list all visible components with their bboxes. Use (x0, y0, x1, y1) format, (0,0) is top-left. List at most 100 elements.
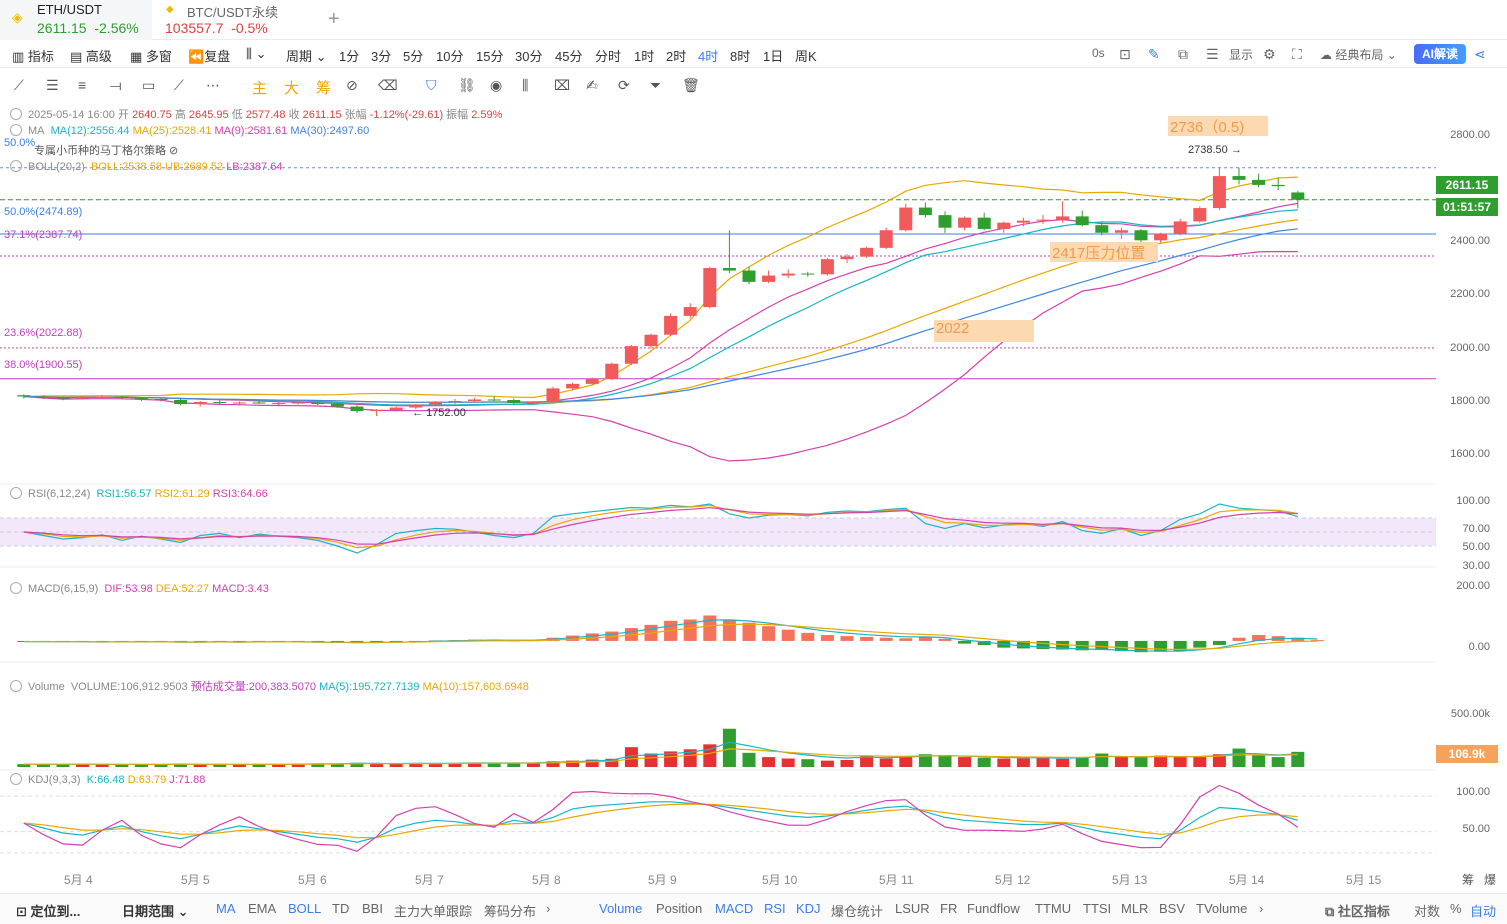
locate-button[interactable]: ⊡ 定位到... (16, 901, 80, 920)
period-4h[interactable]: 4时 (698, 46, 718, 65)
pencil-icon[interactable]: ✎ (1148, 46, 1160, 63)
indicator-button[interactable]: ▥ 指标 (12, 46, 54, 65)
period-1m[interactable]: 1分 (339, 46, 359, 65)
volume-bar (820, 760, 834, 767)
main-indicator-bigorder[interactable]: 主力大单跟踪 (394, 901, 472, 920)
sub-indicator-liquidation[interactable]: 爆仓统计 (831, 901, 883, 920)
time-axis[interactable]: 5月 4 5月 5 5月 6 5月 7 5月 8 5月 9 5月 10 5月 1… (0, 868, 1507, 890)
display-button[interactable]: 显示 (1229, 46, 1253, 63)
period-15m[interactable]: 15分 (476, 46, 503, 65)
chip-toggle[interactable]: 筹 (316, 77, 331, 98)
period-2h[interactable]: 2时 (666, 46, 686, 65)
period-30m[interactable]: 30分 (515, 46, 542, 65)
sub-indicator-position[interactable]: Position (656, 901, 702, 916)
more-tools-icon[interactable]: ⋯ (206, 77, 220, 94)
period-week[interactable]: 周K (795, 46, 817, 65)
box-2736[interactable]: 2736（0.5) (1168, 116, 1268, 136)
sub-indicator-kdj[interactable]: KDJ (796, 901, 821, 916)
magnet-icon[interactable]: ⊘ (346, 77, 358, 94)
refresh-icon[interactable]: ⟳ (618, 77, 630, 94)
trendline-icon[interactable]: ⟋ (14, 77, 24, 94)
strategy-label[interactable]: 专属小币种的马丁格尔策略 ⊘ (34, 142, 178, 158)
notes-icon[interactable]: ✍ (586, 77, 598, 94)
share-window-icon[interactable]: ⧉ (1178, 46, 1188, 63)
auto-scale-toggle[interactable]: 自动 (1470, 901, 1496, 920)
main-indicator-bbi[interactable]: BBI (362, 901, 383, 916)
ai-interpret-button[interactable]: AI解读 (1414, 44, 1466, 64)
sub-indicator-lsur[interactable]: LSUR (895, 901, 930, 916)
horizontal-lines-icon[interactable]: ≡ (78, 77, 86, 93)
period-8h[interactable]: 8时 (730, 46, 750, 65)
candle-body (918, 207, 932, 216)
candle-body (1271, 184, 1285, 187)
chart-canvas[interactable] (0, 102, 1436, 870)
sub-indicator-next-icon[interactable]: › (1259, 901, 1263, 916)
symbol-tab-eth[interactable]: ◈ ETH/USDT 2611.15 -2.56% (0, 0, 152, 40)
filter-icon[interactable]: ⏷ (650, 77, 661, 94)
multi-window-button[interactable]: ▦ 多窗 (130, 46, 172, 65)
big-order-toggle[interactable]: 大 (284, 77, 299, 98)
rectangle-icon[interactable]: ▭ (142, 77, 155, 94)
sub-indicator-mlr[interactable]: MLR (1121, 901, 1148, 916)
period-dropdown[interactable]: 周期 ⌄ (286, 46, 327, 65)
date-tick: 5月 15 (1346, 873, 1382, 887)
percent-scale-toggle[interactable]: % (1450, 901, 1462, 916)
main-indicator-ema[interactable]: EMA (248, 901, 276, 916)
share-icon[interactable]: ⋖ (1474, 46, 1486, 63)
main-indicator-boll[interactable]: BOLL (288, 901, 321, 916)
parallel-lines-icon[interactable]: ☰ (46, 77, 59, 94)
list-icon[interactable]: ☰ (1206, 46, 1219, 63)
log-scale-toggle[interactable]: 对数 (1414, 901, 1440, 920)
period-1d[interactable]: 1日 (763, 46, 783, 65)
volume-bar (389, 763, 403, 767)
lock-icon[interactable]: ⛉ (426, 77, 437, 94)
main-indicator-ma[interactable]: MA (216, 901, 236, 916)
period-10m[interactable]: 10分 (436, 46, 463, 65)
symbol-tab-btc[interactable]: ◆ BTC/USDT永续 103557.7 -0.5% (158, 0, 318, 40)
main-indicator-chip[interactable]: 筹码分布 (484, 901, 536, 920)
replay-button[interactable]: ⏪复盘 (188, 46, 230, 65)
ray-icon[interactable]: ⟋ (174, 77, 184, 94)
sub-indicator-rsi[interactable]: RSI (764, 901, 786, 916)
candles-icon[interactable]: ⫼ (522, 77, 528, 94)
candle-body (193, 402, 207, 405)
eraser-icon[interactable]: ⌫ (378, 77, 398, 94)
eye-icon[interactable]: ◉ (490, 77, 502, 94)
date-range-dropdown[interactable]: 日期范围 ⌄ (122, 901, 189, 920)
sub-indicator-fr[interactable]: FR (940, 901, 957, 916)
main-indicator-next-icon[interactable]: › (546, 901, 550, 916)
sub-indicator-volume[interactable]: Volume (599, 901, 642, 916)
link-icon[interactable]: ⛓ (458, 77, 476, 94)
sub-indicator-fundflow[interactable]: Fundflow (967, 901, 1020, 916)
chip-shortcut[interactable]: 筹 (1462, 871, 1474, 888)
period-1h[interactable]: 1时 (634, 46, 654, 65)
period-45m[interactable]: 45分 (555, 46, 582, 65)
horizontal-ray-icon[interactable]: ⟞ (110, 77, 122, 94)
community-indicator-button[interactable]: ⧉ 社区指标 (1325, 901, 1390, 920)
add-tab-icon[interactable]: + (328, 8, 340, 31)
gear-icon[interactable]: ⚙ (1263, 46, 1276, 63)
liquidation-shortcut[interactable]: 爆 (1484, 871, 1496, 888)
camera-icon[interactable]: ⊡ (1119, 46, 1131, 63)
volume-bar (899, 756, 913, 767)
sub-indicator-ttmu[interactable]: TTMU (1035, 901, 1071, 916)
box-2022[interactable]: 2022 (934, 320, 1034, 342)
sub-indicator-ttsi[interactable]: TTSI (1083, 901, 1111, 916)
period-3m[interactable]: 3分 (371, 46, 391, 65)
period-timeline[interactable]: 分时 (595, 46, 621, 65)
fullscreen-icon[interactable]: ⛶ (1292, 46, 1302, 63)
advanced-button[interactable]: ▤ 高级 (70, 46, 112, 65)
box-2417[interactable]: 2417压力位置 (1050, 242, 1158, 262)
chart-type-button[interactable]: ⫼ ⌄ (246, 46, 267, 62)
main-chart-toggle[interactable]: 主 (252, 77, 267, 98)
chart-area[interactable]: 2025-05-14 16:00 开 2640.75 高 2645.95 低 2… (0, 102, 1436, 870)
trash-icon[interactable]: 🗑 (682, 77, 700, 94)
main-indicator-td[interactable]: TD (332, 901, 349, 916)
delete-icon[interactable]: ⌧ (554, 77, 570, 94)
sub-indicator-tvolume[interactable]: TVolume (1196, 901, 1247, 916)
period-5m[interactable]: 5分 (403, 46, 423, 65)
countdown-label: 0s (1092, 46, 1105, 60)
sub-indicator-macd[interactable]: MACD (715, 901, 753, 916)
sub-indicator-bsv[interactable]: BSV (1159, 901, 1185, 916)
layout-dropdown[interactable]: ☁ 经典布局 ⌄ (1320, 46, 1397, 63)
